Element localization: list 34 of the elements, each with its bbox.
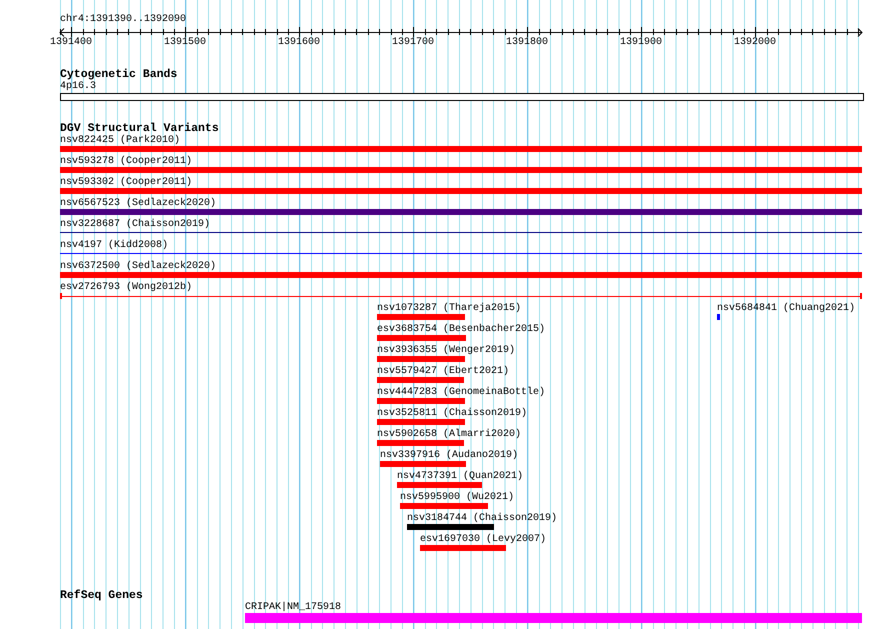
variant-label[interactable]: nsv3397916 (Audano2019) xyxy=(380,450,518,461)
region-label: chr4:1391390..1392090 xyxy=(60,14,186,25)
variant-label[interactable]: esv3683754 (Besenbacher2015) xyxy=(377,324,546,335)
tick-label: 1391700 xyxy=(392,37,434,48)
tick-label: 1391600 xyxy=(278,37,320,48)
variant-label[interactable]: nsv3525811 (Chaisson2019) xyxy=(377,408,528,419)
track-title: Cytogenetic Bands xyxy=(60,68,178,81)
variant-label[interactable]: nsv3228687 (Chaisson2019) xyxy=(60,219,210,230)
variant-label[interactable]: nsv5684841 (Chuang2021) xyxy=(717,303,856,314)
variant-label[interactable]: nsv3184744 (Chaisson2019) xyxy=(407,513,558,524)
band-label: 4p16.3 xyxy=(60,81,96,92)
track-title: RefSeq Genes xyxy=(60,589,144,602)
variant-label[interactable]: nsv4447283 (GenomeinaBottle) xyxy=(377,387,546,398)
variant-label[interactable]: nsv5579427 (Ebert2021) xyxy=(377,366,510,377)
gene-label[interactable]: CRIPAK|NM_175918 xyxy=(245,602,342,613)
variant-label[interactable]: nsv6372500 (Sedlazeck2020) xyxy=(60,261,216,272)
tick-label: 1392000 xyxy=(734,37,776,48)
variant-label[interactable]: esv1697030 (Levy2007) xyxy=(420,534,546,545)
tick-label: 1391400 xyxy=(50,37,92,48)
variant-label[interactable]: nsv4197 (Kidd2008) xyxy=(60,240,168,251)
variant-label[interactable]: nsv1073287 (Thareja2015) xyxy=(377,303,522,314)
variant-label[interactable]: esv2726793 (Wong2012b) xyxy=(60,282,192,293)
variant-label[interactable]: nsv4737391 (Quan2021) xyxy=(397,471,524,482)
track-title: DGV Structural Variants xyxy=(60,122,220,135)
variant-label[interactable]: nsv3936355 (Wenger2019) xyxy=(377,345,516,356)
variant-label[interactable]: nsv5902658 (Almarri2020) xyxy=(377,429,522,440)
variant-label[interactable]: nsv822425 (Park2010) xyxy=(60,135,180,146)
tick-label: 1391500 xyxy=(164,37,206,48)
tick-label: 1391800 xyxy=(506,37,548,48)
tick-label: 1391900 xyxy=(620,37,662,48)
variant-label[interactable]: nsv5995900 (Wu2021) xyxy=(400,492,514,503)
variant-label[interactable]: nsv6567523 (Sedlazeck2020) xyxy=(60,198,216,209)
variant-label[interactable]: nsv593278 (Cooper2011) xyxy=(60,156,192,167)
variant-label[interactable]: nsv593302 (Cooper2011) xyxy=(60,177,192,188)
